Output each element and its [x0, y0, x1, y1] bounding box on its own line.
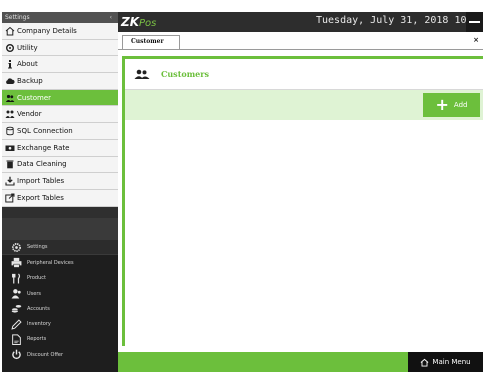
app-window: Settings ‹ Company Details Utility About… — [2, 12, 483, 372]
nav-item-inventory[interactable]: Inventory — [2, 316, 118, 331]
database-icon — [4, 125, 15, 136]
nav-item-users[interactable]: Users — [2, 286, 118, 301]
pencil-icon — [10, 318, 22, 330]
main-menu-label: Main Menu — [432, 358, 471, 366]
close-tab-button[interactable]: × — [473, 36, 479, 44]
trash-icon — [4, 159, 15, 170]
nav-item-discount-offer[interactable]: Discount Offer — [2, 347, 118, 362]
info-icon — [4, 59, 15, 70]
home-icon — [4, 25, 15, 36]
page-title: Customers — [161, 69, 209, 79]
add-button[interactable]: + Add — [423, 93, 480, 117]
sidebar: Settings ‹ Company Details Utility About… — [2, 12, 118, 372]
page-header: Customers — [125, 59, 483, 89]
logo-main: ZK — [121, 15, 139, 29]
nav-item-label: Accounts — [27, 305, 50, 312]
plus-icon: + — [435, 95, 449, 114]
tab-customer[interactable]: Customer — [122, 35, 180, 49]
nav-item-label: Inventory — [27, 321, 51, 328]
sidebar-item-label: Export Tables — [17, 193, 64, 202]
sidebar-item-label: SQL Connection — [17, 126, 73, 135]
nav-item-label: Settings — [27, 244, 48, 251]
sidebar-item-label: Data Cleaning — [17, 160, 67, 169]
home-icon — [420, 358, 429, 367]
minimize-icon — [469, 21, 480, 23]
tab-divider — [118, 49, 483, 50]
import-icon — [4, 176, 15, 187]
sidebar-item-label: Exchange Rate — [17, 143, 70, 152]
gear-icon — [4, 42, 15, 53]
nav-item-label: Product — [27, 275, 46, 282]
sidebar-item-label: Customer — [17, 93, 52, 102]
sidebar-item-data-cleaning[interactable]: Data Cleaning — [2, 156, 118, 174]
sidebar-item-label: Utility — [17, 43, 38, 52]
app-logo: ZKPos — [121, 15, 156, 29]
nav-item-reports[interactable]: Reports — [2, 332, 118, 347]
sidebar-item-label: About — [17, 60, 38, 69]
customer-icon — [4, 92, 15, 103]
main-content: Customers + Add — [122, 56, 483, 346]
sidebar-title: Settings — [5, 14, 30, 21]
cutlery-icon — [10, 272, 22, 284]
users-icon — [10, 288, 22, 300]
cloud-icon — [4, 75, 15, 86]
vendor-icon — [4, 109, 15, 120]
sidebar-item-label: Backup — [17, 76, 43, 85]
nav-item-label: Peripheral Devices — [27, 259, 74, 266]
nav-item-label: Discount Offer — [27, 351, 64, 358]
sidebar-item-label: Company Details — [17, 26, 77, 35]
power-icon — [10, 349, 22, 361]
sidebar-item-export-tables[interactable]: Export Tables — [2, 189, 118, 207]
sidebar-item-import-tables[interactable]: Import Tables — [2, 173, 118, 190]
sidebar-item-backup[interactable]: Backup — [2, 73, 118, 90]
nav-item-settings[interactable]: Settings — [2, 240, 118, 256]
title-bar: ZKPos Tuesday, July 31, 2018 10:21 — [118, 12, 483, 32]
main-nav: Settings Peripheral Devices Product User… — [2, 240, 118, 372]
sidebar-item-label: Vendor — [17, 110, 42, 119]
sidebar-item-about[interactable]: About — [2, 56, 118, 74]
coins-icon — [10, 303, 22, 315]
sidebar-item-label: Import Tables — [17, 177, 65, 186]
action-bar: + Add — [125, 90, 483, 120]
nav-item-label: Users — [27, 290, 42, 297]
logo-accent: Pos — [139, 18, 157, 29]
footer-bar: Main Menu — [118, 352, 483, 372]
sidebar-item-vendor[interactable]: Vendor — [2, 106, 118, 124]
add-button-label: Add — [453, 101, 468, 109]
main-menu-button[interactable]: Main Menu — [408, 352, 483, 372]
customers-icon — [133, 68, 151, 80]
report-icon — [10, 333, 22, 345]
sidebar-item-utility[interactable]: Utility — [2, 39, 118, 57]
printer-icon — [10, 257, 22, 269]
nav-item-accounts[interactable]: Accounts — [2, 301, 118, 316]
gear-icon — [10, 241, 22, 253]
sidebar-item-sql-connection[interactable]: SQL Connection — [2, 123, 118, 140]
collapse-sidebar-button[interactable]: ‹ — [110, 12, 112, 23]
tab-bar: Customer × — [118, 32, 483, 49]
sidebar-header: Settings ‹ — [2, 12, 118, 23]
nav-item-peripheral-devices[interactable]: Peripheral Devices — [2, 255, 118, 270]
settings-menu: Company Details Utility About Backup Cus… — [2, 23, 118, 207]
sidebar-item-customer[interactable]: Customer — [2, 89, 118, 107]
sidebar-item-exchange-rate[interactable]: Exchange Rate — [2, 139, 118, 157]
export-icon — [4, 192, 15, 203]
minimize-button[interactable] — [466, 12, 483, 32]
money-icon — [4, 142, 15, 153]
sidebar-item-company-details[interactable]: Company Details — [2, 23, 118, 40]
date-time-display: Tuesday, July 31, 2018 10:21 — [316, 15, 483, 26]
nav-item-product[interactable]: Product — [2, 271, 118, 286]
nav-item-label: Reports — [27, 336, 47, 343]
